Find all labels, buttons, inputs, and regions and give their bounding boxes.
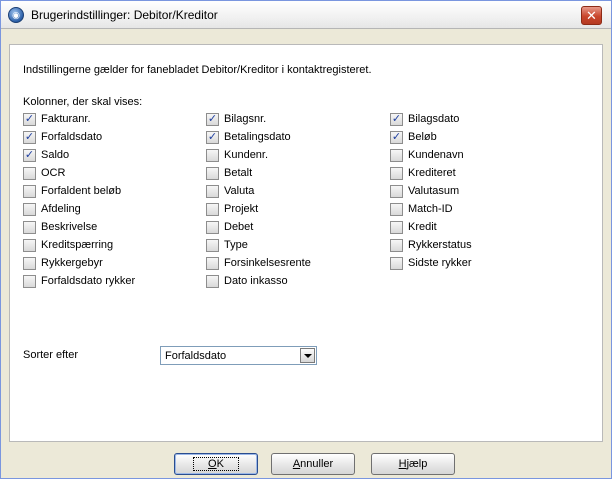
checkbox-unchecked-icon[interactable] [23,239,36,252]
column-checkbox-label: OCR [41,167,66,179]
ok-button[interactable]: OK [174,453,258,475]
column-checkbox-label: Rykkerstatus [408,239,472,251]
column-checkbox-label: Forfaldsdato rykker [41,275,136,287]
column-checkbox-label: Beskrivelse [41,221,98,233]
column-checkbox-label: Forfaldsdato [41,131,103,143]
intro-text: Indstillingerne gælder for fanebladet De… [23,64,372,76]
checkbox-checked-icon[interactable]: ✓ [23,149,36,162]
checkbox-unchecked-icon[interactable] [390,167,403,180]
column-checkbox-label: Fakturanr. [41,113,91,125]
column-checkbox-label: Bilagsnr. [224,113,267,125]
column-checkbox-label: Forsinkelsesrente [224,257,311,269]
column-checkbox-label: Saldo [41,149,70,161]
checkbox-unchecked-icon[interactable] [390,149,403,162]
column-checkbox-label: Sidste rykker [408,257,472,269]
checkbox-checked-icon[interactable]: ✓ [206,113,219,126]
ok-button-label: OK [193,457,239,471]
checkbox-unchecked-icon[interactable] [390,239,403,252]
sort-select[interactable]: Forfaldsdato [160,346,317,365]
column-checkbox-label: Beløb [408,131,437,143]
checkbox-unchecked-icon[interactable] [23,221,36,234]
column-checkbox-label: Projekt [224,203,259,215]
column-checkbox-label: Type [224,239,248,251]
column-checkbox-label: Valutasum [408,185,460,197]
checkbox-unchecked-icon[interactable] [206,203,219,216]
column-checkbox-label: Kreditspærring [41,239,114,251]
column-checkbox-label: Bilagsdato [408,113,460,125]
dialog-window: ◉ Brugerindstillinger: Debitor/Kreditor … [0,0,612,479]
column-checkbox-label: Betalingsdato [224,131,291,143]
column-checkbox-label: Afdeling [41,203,81,215]
cancel-button[interactable]: Annuller [271,453,355,475]
checkbox-unchecked-icon[interactable] [390,185,403,198]
checkbox-unchecked-icon[interactable] [390,221,403,234]
cancel-button-label: Annuller [292,458,334,470]
help-button-label: Hjælp [398,458,428,470]
checkbox-checked-icon[interactable]: ✓ [390,113,403,126]
checkbox-unchecked-icon[interactable] [206,239,219,252]
checkbox-checked-icon[interactable]: ✓ [206,131,219,144]
columns-label: Kolonner, der skal vises: [23,96,143,108]
column-checkbox-label: Valuta [224,185,255,197]
title-bar[interactable]: ◉ Brugerindstillinger: Debitor/Kreditor … [1,1,611,29]
checkbox-unchecked-icon[interactable] [23,257,36,270]
window-title: Brugerindstillinger: Debitor/Kreditor [31,8,218,22]
checkbox-unchecked-icon[interactable] [23,185,36,198]
checkbox-unchecked-icon[interactable] [206,149,219,162]
checkbox-unchecked-icon[interactable] [206,167,219,180]
app-logo-icon: ◉ [8,7,24,23]
checkbox-unchecked-icon[interactable] [206,275,219,288]
help-button[interactable]: Hjælp [371,453,455,475]
checkbox-unchecked-icon[interactable] [206,221,219,234]
sort-select-value: Forfaldsdato [165,350,227,362]
checkbox-unchecked-icon[interactable] [206,185,219,198]
checkbox-unchecked-icon[interactable] [390,203,403,216]
checkbox-unchecked-icon[interactable] [206,257,219,270]
column-checkbox-label: Dato inkasso [224,275,288,287]
settings-panel: Indstillingerne gælder for fanebladet De… [9,44,603,442]
column-checkbox-label: Debet [224,221,254,233]
close-button[interactable]: ✕ [581,6,602,25]
checkbox-unchecked-icon[interactable] [23,275,36,288]
checkbox-unchecked-icon[interactable] [23,203,36,216]
checkbox-unchecked-icon[interactable] [23,167,36,180]
column-checkbox-label: Kundenavn [408,149,464,161]
checkbox-checked-icon[interactable]: ✓ [390,131,403,144]
column-checkbox-label: Forfaldent beløb [41,185,122,197]
column-checkbox-label: Kredit [408,221,437,233]
checkbox-checked-icon[interactable]: ✓ [23,113,36,126]
checkbox-unchecked-icon[interactable] [390,257,403,270]
column-checkbox-label: Kundenr. [224,149,269,161]
chevron-down-icon[interactable] [300,348,315,363]
checkbox-checked-icon[interactable]: ✓ [23,131,36,144]
column-checkbox-label: Rykkergebyr [41,257,103,269]
column-checkbox-label: Betalt [224,167,253,179]
column-checkbox-label: Match-ID [408,203,453,215]
column-checkbox-label: Krediteret [408,167,456,179]
sort-label: Sorter efter [23,349,79,361]
